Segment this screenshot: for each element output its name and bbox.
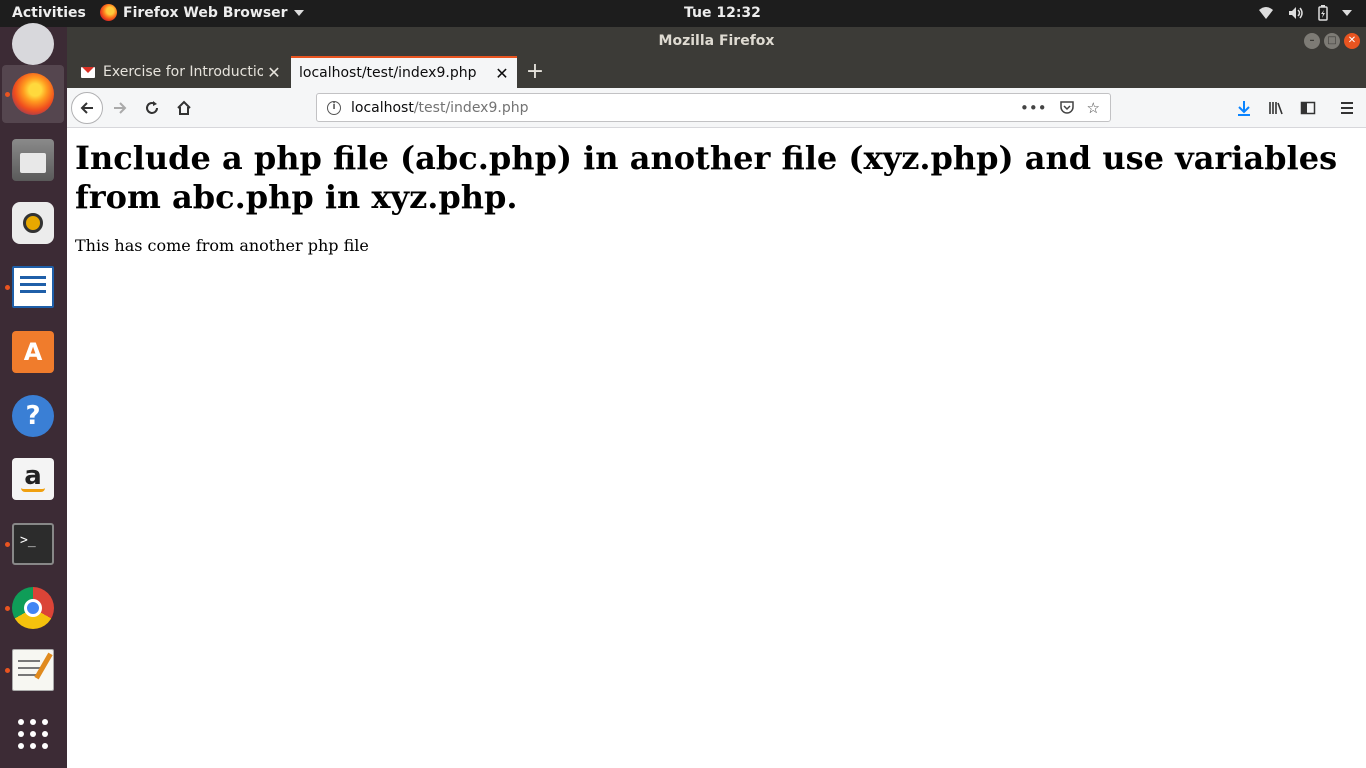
firefox-small-icon bbox=[100, 4, 117, 21]
dock-item-software[interactable]: A bbox=[2, 323, 64, 381]
navigation-bar: i localhost/test/index9.php ••• ☆ bbox=[67, 88, 1366, 128]
maximize-button[interactable]: □ bbox=[1324, 33, 1340, 49]
close-window-button[interactable]: ✕ bbox=[1344, 33, 1360, 49]
running-indicator bbox=[5, 285, 10, 290]
bookmark-star-icon[interactable]: ☆ bbox=[1087, 99, 1100, 117]
dock-item-firefox[interactable] bbox=[2, 65, 64, 123]
library-icon bbox=[1269, 102, 1283, 115]
rhythmbox-icon bbox=[12, 202, 54, 244]
clock[interactable]: Tue 12:32 bbox=[684, 5, 761, 21]
dock-item-files[interactable] bbox=[2, 131, 64, 189]
new-tab-button[interactable]: + bbox=[523, 59, 547, 84]
downloads-button[interactable] bbox=[1230, 94, 1258, 122]
show-apps-icon bbox=[18, 719, 48, 749]
url-bar[interactable]: i localhost/test/index9.php ••• ☆ bbox=[316, 93, 1111, 122]
app-menu[interactable]: Firefox Web Browser bbox=[100, 4, 304, 21]
hamburger-menu-icon bbox=[1341, 102, 1353, 114]
dock-item-show-apps[interactable] bbox=[2, 705, 64, 763]
dock: A ? a >_ bbox=[0, 23, 67, 768]
libreoffice-writer-icon bbox=[12, 266, 54, 308]
battery-icon bbox=[1318, 5, 1328, 21]
download-icon bbox=[1238, 101, 1250, 116]
close-tab-button[interactable]: ✕ bbox=[263, 63, 285, 82]
info-icon[interactable]: i bbox=[327, 100, 341, 115]
page-actions-icon[interactable]: ••• bbox=[1020, 99, 1047, 117]
tab-title: Exercise for Introduction bbox=[103, 64, 263, 80]
forward-arrow-icon bbox=[114, 102, 127, 114]
running-indicator bbox=[5, 542, 10, 547]
running-indicator bbox=[5, 668, 10, 673]
dock-item-amazon[interactable]: a bbox=[2, 450, 64, 508]
pocket-icon[interactable] bbox=[1059, 99, 1075, 115]
back-arrow-icon bbox=[80, 102, 93, 114]
reload-icon bbox=[146, 101, 158, 114]
dock-item-writer[interactable] bbox=[2, 258, 64, 316]
gmail-icon bbox=[81, 66, 95, 78]
dock-item-text-editor[interactable] bbox=[2, 641, 64, 699]
chrome-icon bbox=[12, 587, 54, 629]
app-menu-label: Firefox Web Browser bbox=[123, 4, 288, 21]
mail-icon bbox=[12, 23, 54, 65]
running-indicator bbox=[5, 606, 10, 611]
chevron-down-icon bbox=[293, 9, 304, 16]
page-content: Include a php file (abc.php) in another … bbox=[67, 129, 1366, 768]
dock-item-chrome[interactable] bbox=[2, 579, 64, 637]
dock-item-terminal[interactable]: >_ bbox=[2, 515, 64, 573]
url-path: /test/index9.php bbox=[413, 99, 529, 116]
amazon-icon: a bbox=[12, 458, 54, 500]
text-editor-icon bbox=[12, 649, 54, 691]
tab-title: localhost/test/index9.php bbox=[299, 65, 477, 81]
tab-exercise[interactable]: Exercise for Introduction ✕ bbox=[75, 56, 289, 88]
forward-button[interactable] bbox=[106, 94, 134, 122]
home-icon bbox=[177, 100, 191, 115]
software-center-icon: A bbox=[12, 331, 54, 373]
menu-button[interactable] bbox=[1333, 94, 1361, 122]
files-icon bbox=[12, 139, 54, 181]
system-tray[interactable] bbox=[1258, 5, 1352, 21]
system-menu-chevron-icon bbox=[1342, 10, 1352, 16]
dock-item-help[interactable]: ? bbox=[2, 387, 64, 445]
page-paragraph: This has come from another php file bbox=[75, 236, 369, 255]
running-indicator bbox=[5, 92, 10, 97]
sidebar-icon bbox=[1300, 101, 1316, 115]
back-button[interactable] bbox=[71, 92, 103, 124]
close-tab-button[interactable]: ✕ bbox=[491, 64, 513, 83]
home-button[interactable] bbox=[170, 94, 198, 122]
library-button[interactable] bbox=[1262, 94, 1290, 122]
sidebar-button[interactable] bbox=[1294, 94, 1322, 122]
window-titlebar[interactable]: Mozilla Firefox – □ ✕ bbox=[67, 27, 1366, 56]
tab-localhost[interactable]: localhost/test/index9.php ✕ bbox=[291, 56, 517, 88]
firefox-icon bbox=[12, 73, 54, 115]
minimize-button[interactable]: – bbox=[1304, 33, 1320, 49]
url-host: localhost bbox=[351, 99, 414, 116]
terminal-icon: >_ bbox=[12, 523, 54, 565]
reload-button[interactable] bbox=[138, 94, 166, 122]
tab-strip: Exercise for Introduction ✕ localhost/te… bbox=[67, 56, 1366, 88]
page-heading: Include a php file (abc.php) in another … bbox=[75, 139, 1338, 216]
wifi-icon bbox=[1259, 7, 1273, 19]
volume-icon bbox=[1289, 7, 1303, 19]
dock-item-rhythmbox[interactable] bbox=[2, 194, 64, 252]
window-title: Mozilla Firefox bbox=[658, 33, 775, 49]
help-icon: ? bbox=[12, 395, 54, 437]
top-bar: Activities Firefox Web Browser Tue 12:32 bbox=[0, 0, 1366, 27]
